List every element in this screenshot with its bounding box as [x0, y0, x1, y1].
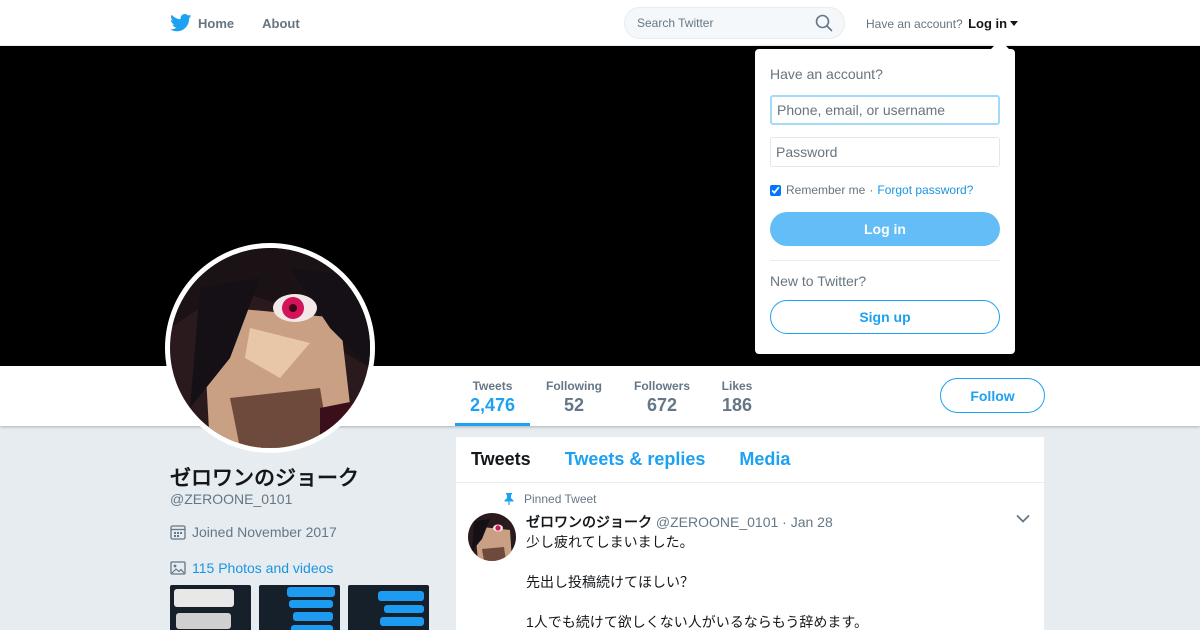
- tweet-date[interactable]: · Jan 28: [782, 514, 833, 530]
- tweet-text: 少し疲れてしまいました。 先出し投稿続けてほしい？ 1人でも続けて欲しくない人が…: [526, 532, 868, 630]
- media-thumbnail[interactable]: [259, 585, 340, 630]
- photos-videos-link[interactable]: 115 Photos and videos: [170, 560, 333, 576]
- have-account-text: Have an account?: [866, 17, 963, 31]
- forgot-password-link[interactable]: Forgot password?: [877, 183, 973, 197]
- dropdown-title: Have an account?: [770, 66, 883, 82]
- stat-likes[interactable]: Likes 186: [715, 366, 759, 426]
- login-dropdown: Have an account? Remember me · Forgot pa…: [755, 40, 1015, 354]
- tweet-line: 先出し投稿続けてほしい？: [526, 574, 694, 590]
- tweet-line: 1人でも続けて欲しくない人がいるならもう辞めます。: [526, 614, 868, 630]
- password-input[interactable]: [770, 137, 1000, 167]
- stat-label: Likes: [721, 379, 753, 393]
- tab-tweets[interactable]: Tweets: [471, 449, 531, 470]
- login-button[interactable]: Log in: [770, 212, 1000, 246]
- tab-tweets-replies[interactable]: Tweets & replies: [565, 449, 706, 470]
- timeline-tabs: Tweets Tweets & replies Media: [456, 437, 1044, 483]
- signup-button[interactable]: Sign up: [770, 300, 1000, 334]
- login-link-label: Log in: [968, 16, 1008, 31]
- image-icon: [170, 561, 186, 575]
- pinned-indicator: Pinned Tweet: [504, 492, 597, 506]
- stat-label: Following: [546, 379, 602, 393]
- account-area: Have an account? Log in: [866, 16, 1019, 31]
- username-input[interactable]: [770, 95, 1000, 125]
- stat-followers[interactable]: Followers 672: [627, 366, 697, 426]
- login-dropdown-toggle[interactable]: Log in: [968, 16, 1019, 31]
- media-thumbnail[interactable]: [348, 585, 429, 630]
- media-thumbnails: [170, 585, 437, 630]
- remember-me-label[interactable]: Remember me: [786, 183, 865, 197]
- nav-home-link[interactable]: Home: [170, 14, 234, 32]
- pinned-label: Pinned Tweet: [524, 492, 597, 506]
- tweet-line: 少し疲れてしまいました。: [526, 534, 694, 550]
- tweet-header: ゼロワンのジョーク @ZEROONE_0101 · Jan 28: [526, 512, 833, 532]
- timeline: Tweets Tweets & replies Media Pinned Twe…: [456, 437, 1044, 630]
- profile-name[interactable]: ゼロワンのジョーク: [170, 462, 359, 492]
- photos-label: 115 Photos and videos: [192, 560, 334, 576]
- stat-value: 52: [563, 395, 585, 415]
- tab-media[interactable]: Media: [739, 449, 790, 470]
- stat-value: 672: [646, 395, 678, 415]
- tweet-avatar[interactable]: [468, 513, 516, 561]
- follow-button[interactable]: Follow: [940, 378, 1045, 413]
- stat-value: 186: [721, 395, 753, 415]
- nav-about-label: About: [262, 15, 300, 31]
- calendar-icon: [170, 525, 186, 540]
- tweet-author-name[interactable]: ゼロワンのジョーク: [526, 514, 652, 530]
- stat-tweets[interactable]: Tweets 2,476: [455, 366, 530, 426]
- joined-date: Joined November 2017: [170, 524, 337, 540]
- tweet-author-handle[interactable]: @ZEROONE_0101: [656, 514, 778, 530]
- media-thumbnail[interactable]: [170, 585, 251, 630]
- stat-label: Followers: [633, 379, 690, 393]
- search-input[interactable]: [624, 7, 845, 39]
- search-icon[interactable]: [815, 14, 833, 32]
- chevron-down-icon[interactable]: [1016, 514, 1030, 524]
- separator-dot: ·: [869, 183, 874, 197]
- nav-home-label: Home: [198, 15, 235, 31]
- twitter-bird-icon: [170, 14, 192, 32]
- profile-handle[interactable]: @ZEROONE_0101: [170, 491, 292, 507]
- caret-down-icon: [1010, 21, 1019, 27]
- joined-text: Joined November 2017: [192, 524, 337, 540]
- top-nav-bar: Home About Have an account? Log in: [0, 0, 1200, 46]
- pin-icon: [504, 493, 514, 505]
- remember-me-checkbox[interactable]: [770, 184, 781, 196]
- nav-left: Home About: [170, 0, 328, 46]
- stat-value: 2,476: [469, 395, 516, 415]
- profile-avatar[interactable]: [165, 243, 375, 453]
- remember-row: Remember me · Forgot password?: [770, 183, 973, 197]
- nav-about-link[interactable]: About: [262, 16, 300, 31]
- stat-following[interactable]: Following 52: [538, 366, 610, 426]
- new-to-twitter-text: New to Twitter?: [770, 273, 867, 289]
- avatar-image: [170, 248, 370, 448]
- divider: [770, 260, 1000, 261]
- stat-label: Tweets: [472, 379, 513, 393]
